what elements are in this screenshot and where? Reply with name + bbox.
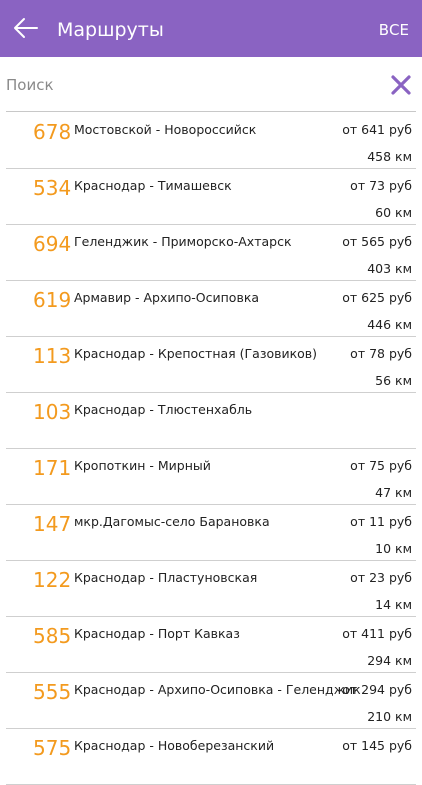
- app-bar: Маршруты ВСЕ: [0, 0, 422, 57]
- arrow-left-icon: [14, 18, 38, 38]
- close-icon: [391, 75, 411, 95]
- route-price: от 73 руб: [350, 178, 412, 193]
- route-distance: 210 км: [367, 709, 412, 724]
- route-distance: 14 км: [375, 597, 412, 612]
- route-price: от 411 руб: [342, 626, 412, 641]
- search-underline: [6, 111, 416, 112]
- route-name: Краснодар - Порт Кавказ: [74, 626, 240, 641]
- search-input[interactable]: [6, 72, 376, 98]
- route-name: Мостовской - Новороссийск: [74, 122, 257, 137]
- route-name: Краснодар - Архипо-Осиповка - Геленджик: [74, 682, 361, 697]
- search-bar: [0, 57, 422, 112]
- route-name: мкр.Дагомыс-село Барановка: [74, 514, 270, 529]
- route-number: 122: [33, 568, 72, 592]
- route-row[interactable]: 585 Краснодар - Порт Кавказ от 411 руб 294 …: [0, 617, 422, 673]
- route-distance: 47 км: [375, 485, 412, 500]
- route-number: 555: [33, 680, 72, 704]
- route-distance: 294 км: [367, 653, 412, 668]
- route-number: 534: [33, 176, 72, 200]
- page-title: Маршруты: [57, 19, 164, 41]
- route-number: 585: [33, 624, 72, 648]
- route-distance: 403 км: [367, 261, 412, 276]
- route-price: от 145 руб: [342, 738, 412, 753]
- route-price: от 641 руб: [342, 122, 412, 137]
- route-name: Краснодар - Крепостная (Газовиков): [74, 346, 318, 361]
- route-name: Краснодар - Тлюстенхабль: [74, 402, 253, 417]
- route-name: Краснодар - Новоберезанский: [74, 738, 275, 753]
- route-number: 147: [33, 512, 72, 536]
- route-number: 113: [33, 344, 72, 368]
- route-price: от 625 руб: [342, 290, 412, 305]
- route-number: 171: [33, 456, 72, 480]
- route-price: от 75 руб: [350, 458, 412, 473]
- route-row[interactable]: 619 Армавир - Архипо-Осиповка от 625 руб 44…: [0, 281, 422, 337]
- route-number: 694: [33, 232, 72, 256]
- route-distance: 56 км: [375, 373, 412, 388]
- route-price: от 294 руб: [342, 682, 412, 697]
- route-name: Геленджик - Приморско-Ахтарск: [74, 234, 292, 249]
- route-price: от 78 руб: [350, 346, 412, 361]
- route-price: от 11 руб: [350, 514, 412, 529]
- route-price: от 23 руб: [350, 570, 412, 585]
- route-row[interactable]: 113 Краснодар - Крепостная (Газовиков) от …: [0, 337, 422, 393]
- all-button[interactable]: ВСЕ: [379, 20, 409, 40]
- route-distance: 10 км: [375, 541, 412, 556]
- route-name: Армавир - Архипо-Осиповка: [74, 290, 260, 305]
- route-row[interactable]: 694 Геленджик - Приморско-Ахтарск от 565 р…: [0, 225, 422, 281]
- route-row[interactable]: 122 Краснодар - Пластуновская от 23 руб 14 …: [0, 561, 422, 617]
- route-number: 575: [33, 736, 72, 760]
- route-row[interactable]: 575 Краснодар - Новоберезанский от 145 руб: [0, 729, 422, 785]
- route-number: 678: [33, 120, 72, 144]
- route-row[interactable]: 555 Краснодар - Архипо-Осиповка - Гелендж…: [0, 673, 422, 729]
- route-price: от 565 руб: [342, 234, 412, 249]
- clear-search-button[interactable]: [389, 73, 413, 97]
- route-row[interactable]: 171 Кропоткин - Мирный от 75 руб 47 км: [0, 449, 422, 505]
- route-row[interactable]: 534 Краснодар - Тимашевск от 73 руб 60 км: [0, 169, 422, 225]
- route-distance: 446 км: [367, 317, 412, 332]
- route-name: Краснодар - Пластуновская: [74, 570, 258, 585]
- route-distance: 458 км: [367, 149, 412, 164]
- route-name: Кропоткин - Мирный: [74, 458, 211, 473]
- route-distance: 60 км: [375, 205, 412, 220]
- back-button[interactable]: [6, 8, 46, 48]
- route-list: 678 Мостовской - Новороссийск от 641 руб 45…: [0, 113, 422, 785]
- route-number: 619: [33, 288, 72, 312]
- route-name: Краснодар - Тимашевск: [74, 178, 232, 193]
- route-row[interactable]: 147 мкр.Дагомыс-село Барановка от 11 руб 10…: [0, 505, 422, 561]
- route-number: 103: [33, 400, 72, 424]
- route-row[interactable]: 678 Мостовской - Новороссийск от 641 руб 45…: [0, 113, 422, 169]
- route-row[interactable]: 103 Краснодар - Тлюстенхабль: [0, 393, 422, 449]
